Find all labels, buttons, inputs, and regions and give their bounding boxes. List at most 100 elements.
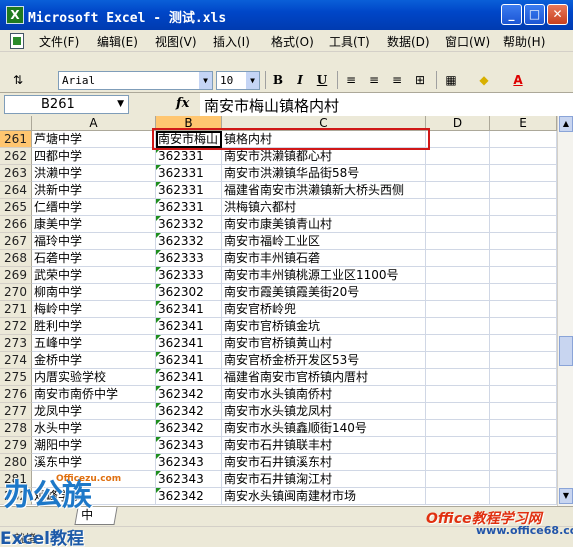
scroll-up-icon[interactable]: ▲ bbox=[559, 116, 573, 132]
cell-c[interactable]: 南安市丰州镇桃源工业区1100号 bbox=[222, 267, 426, 284]
cell-d[interactable] bbox=[426, 250, 490, 267]
align-center-icon[interactable]: ≡ bbox=[364, 70, 384, 90]
align-right-icon[interactable]: ≡ bbox=[387, 70, 407, 90]
cell-e[interactable] bbox=[490, 165, 557, 182]
cell-b[interactable]: 362343 bbox=[156, 454, 222, 471]
font-size-select[interactable]: 10 ▼ bbox=[216, 71, 260, 90]
menu-insert[interactable]: 插入(I) bbox=[213, 33, 250, 50]
cell-d[interactable] bbox=[426, 369, 490, 386]
merge-center-icon[interactable]: ⊞ bbox=[410, 70, 430, 90]
row-header[interactable]: 268 bbox=[0, 250, 32, 267]
cell-c[interactable]: 南安市石井镇溪东村 bbox=[222, 454, 426, 471]
cell-e[interactable] bbox=[490, 148, 557, 165]
cell-d[interactable] bbox=[426, 420, 490, 437]
cell-d[interactable] bbox=[426, 267, 490, 284]
row-header[interactable]: 275 bbox=[0, 369, 32, 386]
cell-a[interactable]: 康美中学 bbox=[32, 216, 156, 233]
cell-d[interactable] bbox=[426, 437, 490, 454]
cell-d[interactable] bbox=[426, 131, 490, 148]
cell-e[interactable] bbox=[490, 437, 557, 454]
menu-file[interactable]: 文件(F) bbox=[39, 33, 79, 50]
row-header[interactable]: 269 bbox=[0, 267, 32, 284]
cell-e[interactable] bbox=[490, 403, 557, 420]
row-header[interactable]: 276 bbox=[0, 386, 32, 403]
cell-a[interactable]: 潮阳中学 bbox=[32, 437, 156, 454]
menu-help[interactable]: 帮助(H) bbox=[503, 33, 545, 50]
cell-d[interactable] bbox=[426, 284, 490, 301]
fill-color-icon[interactable]: ◆ bbox=[474, 70, 494, 90]
font-color-icon[interactable]: A bbox=[508, 70, 528, 90]
menu-format[interactable]: 格式(O) bbox=[271, 33, 314, 50]
cell-d[interactable] bbox=[426, 182, 490, 199]
cell-c[interactable]: 南安市丰州镇石砻 bbox=[222, 250, 426, 267]
cell-b[interactable]: 362341 bbox=[156, 301, 222, 318]
cell-a[interactable]: 洪濑中学 bbox=[32, 165, 156, 182]
cell-e[interactable] bbox=[490, 199, 557, 216]
cell-c[interactable]: 南安市水头镇龙凤村 bbox=[222, 403, 426, 420]
cell-c[interactable]: 南安市石井镇联丰村 bbox=[222, 437, 426, 454]
cell-d[interactable] bbox=[426, 488, 490, 505]
cell-a[interactable]: 水头中学 bbox=[32, 420, 156, 437]
cell-a[interactable]: 溪东中学 bbox=[32, 454, 156, 471]
cell-b[interactable]: 362331 bbox=[156, 199, 222, 216]
cell-e[interactable] bbox=[490, 250, 557, 267]
row-header[interactable]: 271 bbox=[0, 301, 32, 318]
cell-a[interactable]: 金桥中学 bbox=[32, 352, 156, 369]
spreadsheet-grid[interactable]: A B C D E 261 芦塘中学 南安市梅山 镇格内村 262 四都中学 362331 南… bbox=[0, 116, 573, 506]
cell-c[interactable]: 福建省南安市洪濑镇新大桥头西侧 bbox=[222, 182, 426, 199]
fx-icon[interactable]: fx bbox=[176, 96, 189, 111]
cell-d[interactable] bbox=[426, 301, 490, 318]
row-header[interactable]: 264 bbox=[0, 182, 32, 199]
column-header-d[interactable]: D bbox=[426, 116, 490, 131]
cell-c[interactable]: 南安市水头镇鑫顺街140号 bbox=[222, 420, 426, 437]
cell-d[interactable] bbox=[426, 216, 490, 233]
cell-a[interactable]: 梅岭中学 bbox=[32, 301, 156, 318]
cell-b[interactable]: 362333 bbox=[156, 267, 222, 284]
cell-d[interactable] bbox=[426, 403, 490, 420]
font-name-select[interactable]: Arial ▼ bbox=[58, 71, 213, 90]
cell-e[interactable] bbox=[490, 471, 557, 488]
workbook-icon[interactable] bbox=[10, 33, 24, 49]
cell-c[interactable]: 南安市洪濑镇华品街58号 bbox=[222, 165, 426, 182]
row-header[interactable]: 279 bbox=[0, 437, 32, 454]
row-header[interactable]: 263 bbox=[0, 165, 32, 182]
cell-d[interactable] bbox=[426, 148, 490, 165]
row-header[interactable]: 277 bbox=[0, 403, 32, 420]
cell-e[interactable] bbox=[490, 301, 557, 318]
cell-b[interactable]: 362342 bbox=[156, 386, 222, 403]
cell-a[interactable]: 胜利中学 bbox=[32, 318, 156, 335]
cell-a[interactable]: 洪新中学 bbox=[32, 182, 156, 199]
row-header[interactable]: 278 bbox=[0, 420, 32, 437]
cell-e[interactable] bbox=[490, 420, 557, 437]
cell-a[interactable]: 四都中学 bbox=[32, 148, 156, 165]
cell-b[interactable]: 362302 bbox=[156, 284, 222, 301]
cell-a[interactable]: 五峰中学 bbox=[32, 335, 156, 352]
menu-edit[interactable]: 编辑(E) bbox=[97, 33, 138, 50]
cell-b[interactable]: 362342 bbox=[156, 420, 222, 437]
cell-c[interactable]: 南安水头镇闽南建材市场 bbox=[222, 488, 426, 505]
vertical-scrollbar[interactable]: ▲ ▼ bbox=[557, 116, 573, 506]
cell-d[interactable] bbox=[426, 165, 490, 182]
scroll-thumb[interactable] bbox=[559, 336, 573, 366]
minimize-button[interactable]: _ bbox=[501, 4, 522, 25]
column-header-a[interactable]: A bbox=[32, 116, 156, 131]
cell-d[interactable] bbox=[426, 386, 490, 403]
cell-e[interactable] bbox=[490, 335, 557, 352]
cell-c[interactable]: 南安市洪濑镇都心村 bbox=[222, 148, 426, 165]
select-all-corner[interactable] bbox=[0, 116, 32, 131]
cell-b[interactable]: 362341 bbox=[156, 369, 222, 386]
cell-a[interactable]: 柳南中学 bbox=[32, 284, 156, 301]
close-button[interactable]: ✕ bbox=[547, 4, 568, 25]
menu-view[interactable]: 视图(V) bbox=[155, 33, 197, 50]
cell-e[interactable] bbox=[490, 369, 557, 386]
cell-d[interactable] bbox=[426, 352, 490, 369]
cell-b[interactable]: 362331 bbox=[156, 165, 222, 182]
menu-tools[interactable]: 工具(T) bbox=[329, 33, 370, 50]
cell-a[interactable]: 仁缙中学 bbox=[32, 199, 156, 216]
bold-button[interactable]: B bbox=[268, 70, 288, 90]
cell-c[interactable]: 洪梅镇六都村 bbox=[222, 199, 426, 216]
cell-c[interactable]: 南安官桥岭兜 bbox=[222, 301, 426, 318]
cell-d[interactable] bbox=[426, 471, 490, 488]
cell-e[interactable] bbox=[490, 386, 557, 403]
row-header[interactable]: 267 bbox=[0, 233, 32, 250]
